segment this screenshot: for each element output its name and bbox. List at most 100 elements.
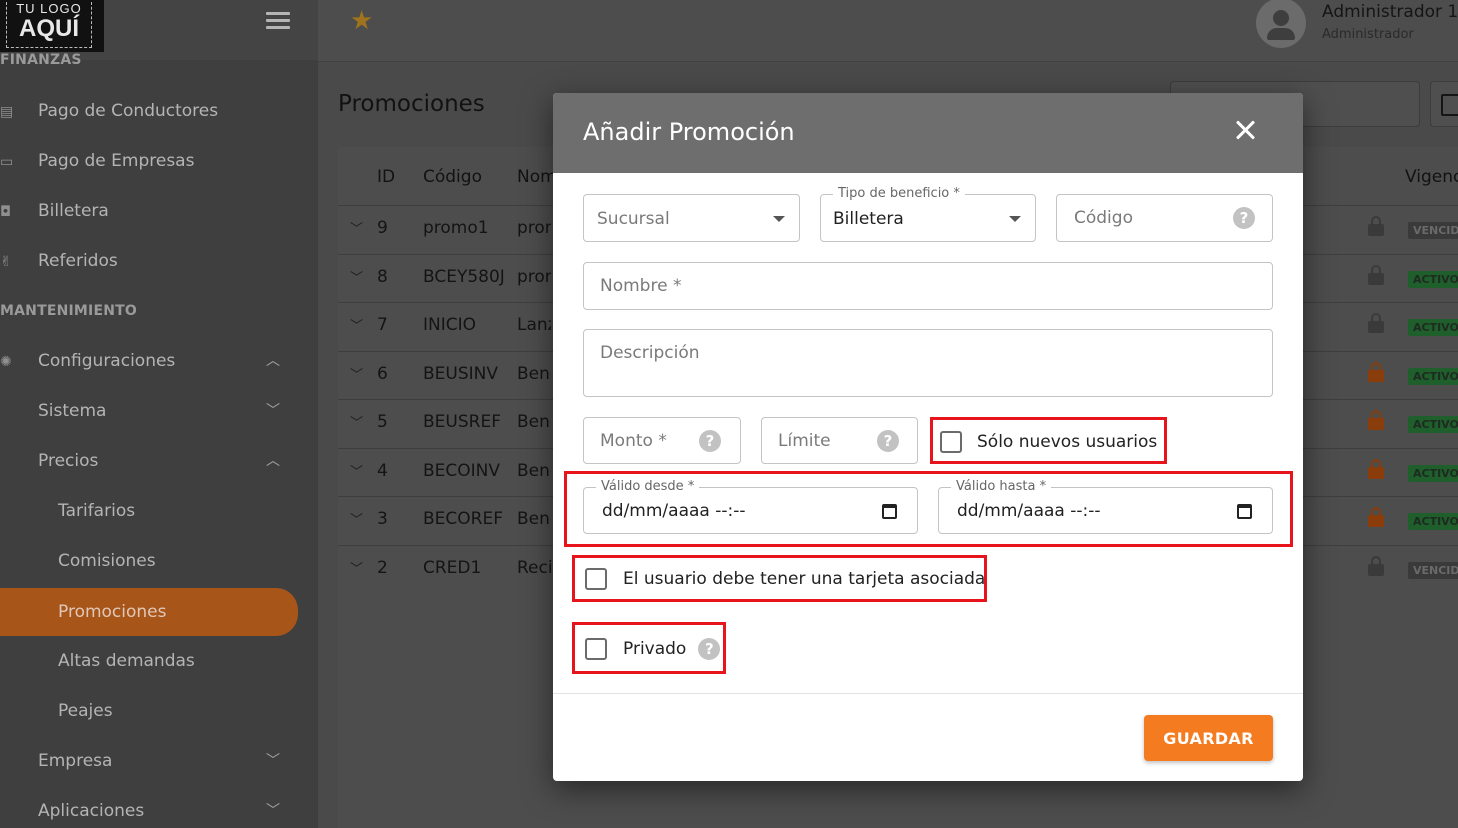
dialog-title: Añadir Promoción bbox=[583, 118, 795, 146]
lock-icon[interactable] bbox=[1368, 313, 1384, 333]
gear-icon: ✺ bbox=[0, 354, 12, 370]
chevron-down-icon[interactable]: ﹀ bbox=[350, 558, 363, 577]
cell-id: 9 bbox=[377, 218, 388, 238]
cell-name: Beneficio bbox=[517, 460, 551, 481]
monto-placeholder: Monto * bbox=[600, 431, 667, 451]
sidebar-item-pago-empresas[interactable]: ▭ Pago de Empresas bbox=[0, 142, 300, 182]
lock-icon[interactable] bbox=[1368, 264, 1384, 285]
sidebar-item-billetera[interactable]: ◘ Billetera bbox=[0, 192, 300, 232]
sidebar-item-empresa[interactable]: Empresa ﹀ bbox=[0, 742, 300, 782]
chevron-down-icon[interactable]: ﹀ bbox=[350, 509, 363, 528]
status-badge: ACTIVO bbox=[1408, 367, 1458, 385]
descripcion-textarea[interactable]: Descripción bbox=[583, 329, 1273, 397]
cell-code: BCEY580J bbox=[423, 266, 505, 287]
sidebar-item-label: Pago de Empresas bbox=[38, 151, 195, 171]
sidebar-item-peajes[interactable]: Peajes bbox=[0, 692, 300, 732]
menu-icon[interactable] bbox=[266, 12, 290, 32]
chevron-down-icon: ﹀ bbox=[266, 403, 280, 419]
chevron-down-icon[interactable]: ﹀ bbox=[350, 218, 363, 237]
sidebar-item-label: Referidos bbox=[38, 251, 118, 271]
column-header-id[interactable]: ID bbox=[377, 167, 395, 187]
cell-code: BECOREF bbox=[423, 509, 503, 529]
cell-code: BEUSREF bbox=[423, 412, 501, 432]
help-icon[interactable]: ? bbox=[877, 430, 899, 452]
star-icon[interactable]: ★ bbox=[350, 6, 373, 36]
help-icon[interactable]: ? bbox=[1233, 207, 1255, 229]
cell-name: Beneficio bbox=[517, 509, 551, 529]
cell-code: INICIO bbox=[423, 315, 477, 335]
sidebar-item-label: Altas demandas bbox=[58, 651, 195, 671]
sidebar-item-label: Peajes bbox=[58, 701, 113, 721]
handshake-icon: ✌ bbox=[0, 254, 12, 270]
chevron-down-icon[interactable]: ﹀ bbox=[350, 364, 363, 383]
status-badge: ACTIVO bbox=[1408, 270, 1458, 288]
lock-icon[interactable] bbox=[1368, 216, 1384, 236]
user-name[interactable]: Administrador 1 bbox=[1322, 2, 1458, 22]
cell-id: 4 bbox=[377, 460, 388, 481]
save-button[interactable]: GUARDAR bbox=[1144, 715, 1273, 761]
sidebar-item-label: Aplicaciones bbox=[38, 801, 145, 821]
sidebar-item-referidos[interactable]: ✌ Referidos bbox=[0, 242, 300, 282]
chevron-down-icon[interactable]: ﹀ bbox=[350, 412, 363, 431]
lock-icon[interactable] bbox=[1368, 507, 1384, 527]
lock-icon[interactable] bbox=[1368, 410, 1384, 430]
chevron-up-icon: ︿ bbox=[266, 453, 280, 469]
help-icon[interactable]: ? bbox=[699, 430, 721, 452]
cell-id: 2 bbox=[377, 557, 388, 578]
tipo-beneficio-select[interactable]: Tipo de beneficio * Billetera bbox=[820, 186, 1036, 242]
nombre-input[interactable]: Nombre * bbox=[583, 262, 1273, 310]
logo[interactable]: TU LOGO AQUÍ bbox=[0, 0, 104, 52]
close-icon[interactable] bbox=[1229, 115, 1261, 147]
cell-id: 8 bbox=[377, 266, 388, 287]
sidebar-item-altas-demandas[interactable]: Altas demandas bbox=[0, 642, 300, 682]
limite-placeholder: Límite bbox=[778, 431, 831, 451]
toolbar-button[interactable] bbox=[1430, 81, 1458, 127]
highlight-box bbox=[572, 622, 726, 674]
status-badge: ACTIVO bbox=[1408, 464, 1458, 482]
avatar[interactable] bbox=[1256, 0, 1306, 48]
sucursal-select[interactable]: Sucursal bbox=[583, 194, 800, 242]
sidebar-item-configuraciones[interactable]: ✺ Configuraciones ︿ bbox=[0, 342, 300, 382]
cell-name: Recibe bbox=[517, 557, 551, 578]
sidebar-item-sistema[interactable]: Sistema ﹀ bbox=[0, 392, 300, 432]
codigo-placeholder: Código bbox=[1074, 208, 1133, 228]
tipo-beneficio-label: Tipo de beneficio * bbox=[833, 186, 965, 201]
sidebar-item-aplicaciones[interactable]: Aplicaciones ﹀ bbox=[0, 792, 300, 828]
sidebar-item-comisiones[interactable]: Comisiones bbox=[0, 542, 300, 582]
highlight-box bbox=[930, 417, 1167, 464]
limite-input[interactable]: Límite ? bbox=[761, 417, 918, 464]
top-bar: ★ Administrador 1 Administrador bbox=[318, 0, 1458, 62]
chevron-down-icon[interactable]: ﹀ bbox=[350, 267, 363, 286]
sidebar: TU LOGO AQUÍ FINANZAS ▤ Pago de Conducto… bbox=[0, 0, 318, 828]
column-header-vigencia[interactable]: Vigencia bbox=[1405, 167, 1458, 187]
lock-icon[interactable] bbox=[1368, 555, 1384, 576]
clipboard-icon: ▤ bbox=[0, 104, 14, 120]
sidebar-item-pago-conductores[interactable]: ▤ Pago de Conductores bbox=[0, 92, 300, 132]
sidebar-item-label: Promociones bbox=[58, 602, 167, 622]
cell-id: 7 bbox=[377, 315, 388, 335]
codigo-input[interactable]: Código ? bbox=[1056, 194, 1273, 242]
cell-id: 5 bbox=[377, 412, 388, 432]
lock-icon[interactable] bbox=[1368, 361, 1384, 382]
chevron-up-icon: ︿ bbox=[266, 353, 280, 369]
sidebar-item-label: Comisiones bbox=[58, 551, 156, 571]
chevron-down-icon[interactable]: ﹀ bbox=[350, 315, 363, 334]
highlight-box bbox=[564, 471, 1293, 547]
sidebar-item-precios[interactable]: Precios ︿ bbox=[0, 442, 300, 482]
sidebar-item-tarifarios[interactable]: Tarifarios bbox=[0, 492, 300, 532]
cell-code: CRED1 bbox=[423, 557, 482, 578]
column-header-codigo[interactable]: Código bbox=[423, 167, 482, 187]
monto-input[interactable]: Monto * ? bbox=[583, 417, 741, 464]
dialog-divider bbox=[553, 693, 1303, 694]
dialog-header: Añadir Promoción bbox=[553, 93, 1303, 173]
highlight-box bbox=[572, 555, 987, 602]
cell-code: BECOINV bbox=[423, 460, 501, 481]
sidebar-item-promociones[interactable]: Promociones bbox=[0, 588, 298, 636]
cell-code: BEUSINV bbox=[423, 363, 498, 384]
cell-name: Lanzamiento bbox=[517, 315, 551, 335]
status-badge: ACTIVO bbox=[1408, 416, 1458, 433]
page-title: Promociones bbox=[338, 91, 485, 117]
chevron-down-icon[interactable]: ﹀ bbox=[350, 461, 363, 480]
sucursal-placeholder: Sucursal bbox=[597, 209, 670, 229]
lock-icon[interactable] bbox=[1368, 458, 1384, 479]
